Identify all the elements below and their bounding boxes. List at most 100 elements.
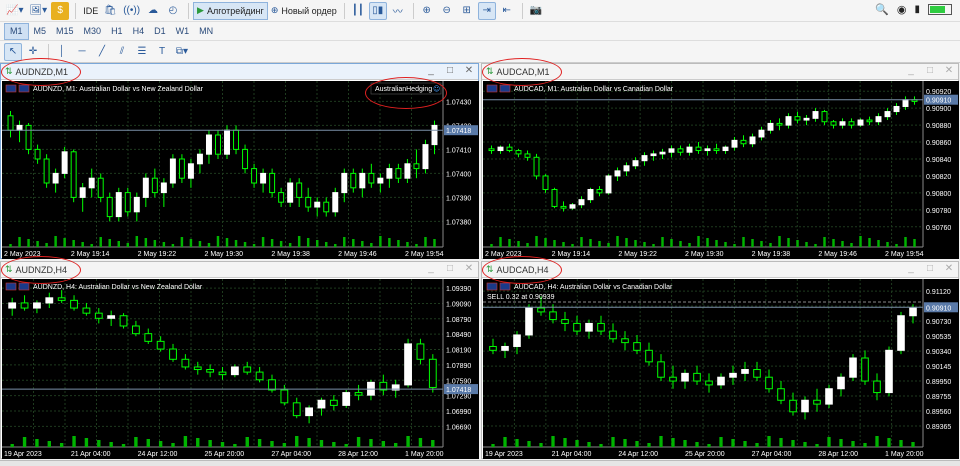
trend-line-icon[interactable]: ╱: [93, 43, 111, 61]
price-chart[interactable]: 1.09390 1.09090 1.08790 1.08490 1.08190 1.078…: [2, 279, 479, 459]
timeframe-d1[interactable]: D1: [149, 23, 171, 40]
candle-body: [193, 366, 202, 371]
chart-svg[interactable]: 0.911200.909250.907300.905350.903400.901…: [483, 279, 959, 459]
horizontal-line-icon[interactable]: ─: [73, 43, 91, 61]
candle-body: [260, 172, 267, 184]
close-icon[interactable]: ✕: [944, 263, 954, 274]
candle-body: [119, 315, 128, 327]
chart-type-icon[interactable]: 📈▾: [4, 2, 25, 20]
trading-icon[interactable]: $: [51, 1, 70, 20]
maximize-icon[interactable]: □: [925, 263, 935, 274]
candlestick-icon[interactable]: ▯▮: [368, 1, 387, 20]
time-tick-label: 2 May 2023: [485, 251, 522, 258]
chart-svg[interactable]: 1.09390 1.09090 1.08790 1.08490 1.08190 1.078…: [2, 279, 479, 459]
price-chart[interactable]: 0.90920 0.90900 0.90880 0.90860 0.90840 0.908…: [483, 81, 959, 259]
chart-window-w2[interactable]: ⇅ AUDCAD,M1 _ □ ✕ 0.90920 0.90900 0.90880 0.9086…: [481, 58, 959, 259]
zoom-in-icon[interactable]: ⊕: [418, 2, 436, 20]
chart-window-w1[interactable]: ⇅AUDNZD,M1_□✕1.074301.074201.074101.0740…: [0, 58, 479, 259]
screenshot-icon[interactable]: 📷: [527, 2, 545, 20]
timeframe-m1[interactable]: M1: [4, 22, 29, 40]
crosshair-icon[interactable]: ✛: [24, 43, 42, 61]
candle-body: [57, 297, 66, 301]
maximize-icon[interactable]: □: [445, 65, 455, 76]
chart-window-titlebar[interactable]: ⇅ AUDNZD,M1 _ □ ✕: [1, 64, 478, 80]
time-tick-label: 2 May 2023: [4, 251, 41, 258]
templates-icon[interactable]: 🖼▾: [27, 2, 49, 20]
chart-shift-icon[interactable]: ⇤: [498, 2, 516, 20]
drawing-toolbar: ↖ ✛ │ ─ ╱ ⫽ ☰ T ⧉▾: [0, 41, 960, 63]
line-chart-icon[interactable]: 〰: [389, 2, 407, 20]
candle-body: [749, 136, 756, 145]
candle-body: [551, 188, 558, 207]
price-tick-label: 1.07390: [446, 195, 471, 202]
minimize-icon[interactable]: _: [426, 65, 436, 76]
price-tick-label: 1.07430: [446, 99, 471, 106]
candle-body: [124, 192, 131, 213]
vps-icon[interactable]: ☁: [144, 2, 162, 20]
price-tick-label: 0.91120: [926, 289, 951, 296]
fibonacci-icon[interactable]: ☰: [133, 43, 151, 61]
candle-body: [537, 307, 545, 313]
timeframe-m30[interactable]: M30: [79, 23, 107, 40]
signals-icon[interactable]: ((•)): [121, 2, 142, 20]
channel-icon[interactable]: ⫽: [113, 43, 131, 61]
close-icon[interactable]: ✕: [464, 263, 474, 274]
timeframe-w1[interactable]: W1: [171, 23, 195, 40]
chart-window-w4[interactable]: ⇅AUDCAD,H4_□✕0.911200.909250.907300.9053…: [481, 256, 959, 459]
candle-body: [350, 172, 357, 189]
expert-advisor-label: AustralianHedging: [375, 86, 432, 93]
timeframe-m5[interactable]: M5: [29, 23, 52, 40]
chart-svg[interactable]: 0.909200.909000.908800.908600.908400.908…: [483, 81, 959, 259]
candle-body: [861, 357, 869, 382]
price-chart[interactable]: 1.074301.074201.074101.074001.073901.073…: [2, 81, 479, 259]
algo-trading-button[interactable]: ▶ Алготрейдинг: [193, 1, 268, 20]
search-icon[interactable]: 🔍: [875, 3, 889, 16]
time-tick-label: 28 Apr 12:00: [818, 451, 858, 458]
price-chart[interactable]: 0.911200.909250.907300.905350.903400.901…: [483, 279, 959, 459]
tile-windows-icon[interactable]: ⊞: [458, 2, 476, 20]
chart-svg[interactable]: 1.074301.074201.074101.074001.073901.073…: [2, 81, 479, 259]
candle-body: [695, 146, 702, 152]
chart-window-titlebar[interactable]: ⇅ AUDCAD,M1 _ □ ✕: [482, 64, 958, 80]
candle-body: [106, 196, 113, 218]
cursor-icon[interactable]: ↖: [4, 42, 22, 61]
text-icon[interactable]: T: [153, 43, 171, 61]
market-icon[interactable]: 🛍: [101, 2, 119, 20]
candle-body: [332, 192, 339, 213]
candle-body: [812, 111, 819, 119]
candle-body: [596, 188, 603, 194]
candle-body: [43, 158, 50, 184]
price-tick-label: 0.90860: [926, 140, 951, 147]
candle-body: [497, 146, 504, 152]
strategy-tester-icon[interactable]: ◴: [164, 2, 182, 20]
maximize-icon[interactable]: □: [925, 65, 935, 76]
timeframe-h1[interactable]: H1: [106, 23, 128, 40]
bar-chart-icon[interactable]: ┃┃: [349, 2, 367, 20]
candle-body: [280, 389, 289, 404]
shapes-icon[interactable]: ⧉▾: [173, 43, 191, 61]
minimize-icon[interactable]: _: [426, 263, 436, 274]
minimize-icon[interactable]: _: [906, 65, 916, 76]
candle-body: [488, 148, 495, 152]
account-icon[interactable]: ◉: [897, 3, 907, 16]
time-tick-label: 2 May 19:14: [71, 251, 110, 258]
timeframe-m15[interactable]: M15: [51, 23, 79, 40]
maximize-icon[interactable]: □: [445, 263, 455, 274]
price-tick-label: 0.90535: [926, 334, 951, 341]
ide-button[interactable]: IDE: [80, 2, 101, 20]
chart-window-titlebar[interactable]: ⇅ AUDCAD,H4 _ □ ✕: [482, 262, 958, 278]
chart-window-titlebar[interactable]: ⇅ AUDNZD,H4 _ □ ✕: [1, 262, 478, 278]
zoom-out-icon[interactable]: ⊖: [438, 2, 456, 20]
minimize-icon[interactable]: _: [906, 263, 916, 274]
vertical-line-icon[interactable]: │: [53, 43, 71, 61]
price-tick-label: 0.89365: [926, 424, 951, 431]
timeframe-mn[interactable]: MN: [194, 23, 218, 40]
new-order-button[interactable]: ⊕ Новый ордер: [268, 2, 340, 20]
chart-window-w3[interactable]: ⇅ AUDNZD,H4 _ □ ✕ 1.09390 1.09090 1.08790 1.0849…: [0, 256, 479, 459]
close-icon[interactable]: ✕: [944, 65, 954, 76]
close-icon[interactable]: ✕: [464, 65, 474, 76]
price-tick-label: 0.89560: [926, 409, 951, 416]
timeframe-h4[interactable]: H4: [128, 23, 150, 40]
auto-scroll-icon[interactable]: ⇥: [477, 1, 496, 20]
candle-body: [641, 155, 648, 162]
